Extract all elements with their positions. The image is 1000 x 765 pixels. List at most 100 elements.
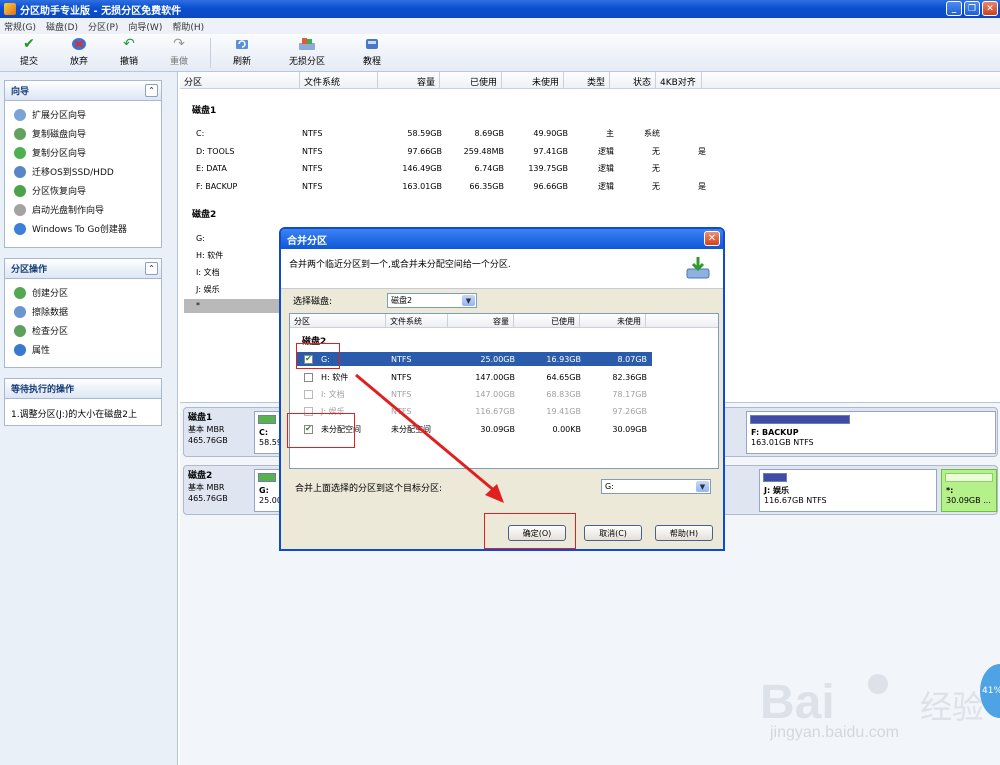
annotation-box-unallocated	[287, 413, 355, 448]
left-panel: 向导 ⌃ 扩展分区向导 复制磁盘向导 复制分区向导 迁移OS到SSD/HDD 分…	[0, 72, 178, 765]
tutorial-button[interactable]: 教程	[347, 34, 397, 70]
partition-block-label: G:	[259, 486, 269, 495]
help-button[interactable]: 帮助(H)	[655, 525, 713, 541]
menu-disk[interactable]: 磁盘(D)	[46, 20, 78, 33]
menu-help[interactable]: 帮助(H)	[172, 20, 204, 33]
table-row[interactable]: *	[196, 297, 200, 314]
partition-block-label: J: 娱乐	[764, 486, 789, 495]
collapse-icon[interactable]: ⌃	[145, 262, 158, 275]
wizard-item-extend[interactable]: 扩展分区向导	[5, 105, 161, 124]
disk1-label[interactable]: 磁盘1	[192, 103, 216, 116]
col-partition[interactable]: 分区	[290, 314, 386, 327]
tutorial-icon	[363, 36, 381, 52]
partition-block-f[interactable]: F: BACKUP 163.01GB NTFS	[746, 411, 996, 454]
disk2-label[interactable]: 磁盘2	[192, 207, 216, 220]
lossless-partition-button[interactable]: 无损分区	[267, 34, 347, 70]
table-row[interactable]: C: NTFS 58.59GB 8.69GB 49.90GB 主 系统	[196, 125, 706, 142]
col-unused[interactable]: 未使用	[580, 314, 646, 327]
table-row[interactable]: E: DATA NTFS 146.49GB 6.74GB 139.75GB 逻辑…	[196, 160, 706, 177]
app-icon	[4, 3, 16, 15]
target-partition-row: 合并上面选择的分区到这个目标分区: G: ▼	[295, 479, 715, 494]
op-item-properties[interactable]: 属性	[5, 340, 161, 359]
recovery-icon	[14, 184, 26, 197]
usage-bar	[258, 473, 276, 482]
toolbar: ✔ 提交 放弃 ↶ 撤销 ↷ 重做 刷新 无损分区 教程	[0, 34, 1000, 72]
partition-block-unallocated[interactable]: *: 30.09GB ...	[941, 469, 997, 512]
dialog-list-header: 分区 文件系统 容量 已使用 未使用	[290, 314, 718, 328]
col-capacity[interactable]: 容量	[378, 72, 440, 88]
col-partition[interactable]: 分区	[180, 72, 300, 88]
dialog-description: 合并两个临近分区到一个,或合并未分配空间给一个分区.	[281, 249, 723, 289]
table-row[interactable]: I: 文档	[196, 264, 220, 281]
menu-wizard[interactable]: 向导(W)	[128, 20, 162, 33]
cell-used: 8.69GB	[474, 129, 505, 138]
col-type[interactable]: 类型	[564, 72, 610, 88]
col-unused[interactable]: 未使用	[502, 72, 564, 88]
wizard-item-recovery[interactable]: 分区恢复向导	[5, 181, 161, 200]
wizard-section-header: 向导 ⌃	[5, 81, 161, 101]
wizard-item-boot-cd[interactable]: 启动光盘制作向导	[5, 200, 161, 219]
wizard-extend-icon	[14, 108, 26, 121]
partition-block-j[interactable]: J: 娱乐 116.67GB NTFS	[759, 469, 937, 512]
list-item[interactable]: H: 软件 NTFS 147.00GB 64.65GB 82.36GB	[296, 370, 652, 384]
checkbox[interactable]	[304, 389, 313, 399]
table-row[interactable]: G:	[196, 230, 205, 247]
chevron-down-icon[interactable]: ▼	[696, 481, 709, 492]
redo-icon: ↷	[173, 36, 185, 52]
pending-op-item[interactable]: 1.调整分区(J:)的大小在磁盘2上	[5, 399, 161, 428]
table-row[interactable]: J: 娱乐	[196, 281, 220, 298]
collapse-icon[interactable]: ⌃	[145, 84, 158, 97]
col-used[interactable]: 已使用	[514, 314, 580, 327]
op-item-create[interactable]: 创建分区	[5, 283, 161, 302]
table-row[interactable]: D: TOOLS NTFS 97.66GB 259.48MB 97.41GB 逻…	[196, 143, 706, 160]
menu-partition[interactable]: 分区(P)	[88, 20, 118, 33]
col-filesystem[interactable]: 文件系统	[300, 72, 378, 88]
restore-button[interactable]: ❐	[964, 1, 980, 16]
col-filesystem[interactable]: 文件系统	[386, 314, 448, 327]
wizard-item-windows-to-go[interactable]: Windows To Go创建器	[5, 219, 161, 238]
tutorial-label: 教程	[362, 57, 381, 67]
op-item-label: 检查分区	[32, 327, 69, 337]
usage-bar	[750, 415, 850, 424]
menu-general[interactable]: 常规(G)	[4, 20, 36, 33]
chevron-down-icon[interactable]: ▼	[462, 295, 475, 306]
cancel-button[interactable]: 取消(C)	[584, 525, 642, 541]
col-capacity[interactable]: 容量	[448, 314, 514, 327]
cell-unused: 78.17GB	[612, 389, 647, 399]
dialog-close-button[interactable]: ✕	[704, 231, 720, 246]
wizard-item-migrate-os[interactable]: 迁移OS到SSD/HDD	[5, 162, 161, 181]
disk2-size: 465.76GB	[188, 494, 228, 503]
windows-to-go-icon	[14, 222, 26, 235]
op-item-label: 擦除数据	[32, 308, 69, 318]
table-row[interactable]: H: 软件	[196, 247, 223, 264]
op-item-wipe[interactable]: 擦除数据	[5, 302, 161, 321]
wizard-item-label: 启动光盘制作向导	[32, 206, 105, 216]
wizard-item-copy-partition[interactable]: 复制分区向导	[5, 143, 161, 162]
checkbox[interactable]	[304, 372, 313, 382]
partition-block-size: 116.67GB NTFS	[764, 496, 827, 505]
list-item[interactable]: ✔ G: NTFS 25.00GB 16.93GB 8.07GB	[296, 352, 652, 366]
close-button[interactable]: ✕	[982, 1, 998, 16]
undo-button[interactable]: ↶ 撤销	[104, 34, 154, 70]
cell-type: 逻辑	[598, 147, 614, 156]
annotation-box-g	[296, 343, 340, 369]
merge-icon	[686, 257, 710, 279]
commit-button[interactable]: ✔ 提交	[4, 34, 54, 70]
col-used[interactable]: 已使用	[440, 72, 502, 88]
cell-filesystem: 未分配空间	[391, 424, 431, 434]
refresh-button[interactable]: 刷新	[217, 34, 267, 70]
list-item[interactable]: I: 文档 NTFS 147.00GB 68.83GB 78.17GB	[296, 387, 652, 401]
disk-select-dropdown[interactable]: 磁盘2 ▼	[387, 293, 477, 308]
col-4k-align[interactable]: 4KB对齐	[656, 72, 702, 88]
select-disk-label: 选择磁盘:	[293, 297, 333, 307]
discard-button[interactable]: 放弃	[54, 34, 104, 70]
col-status[interactable]: 状态	[610, 72, 656, 88]
properties-icon	[14, 343, 26, 356]
minimize-button[interactable]: _	[946, 1, 962, 16]
redo-button[interactable]: ↷ 重做	[154, 34, 204, 70]
target-partition-dropdown[interactable]: G: ▼	[601, 479, 711, 494]
wizard-item-copy-disk[interactable]: 复制磁盘向导	[5, 124, 161, 143]
cell-capacity: 116.67GB	[475, 406, 515, 416]
table-row[interactable]: F: BACKUP NTFS 163.01GB 66.35GB 96.66GB …	[196, 178, 706, 195]
op-item-check[interactable]: 检查分区	[5, 321, 161, 340]
